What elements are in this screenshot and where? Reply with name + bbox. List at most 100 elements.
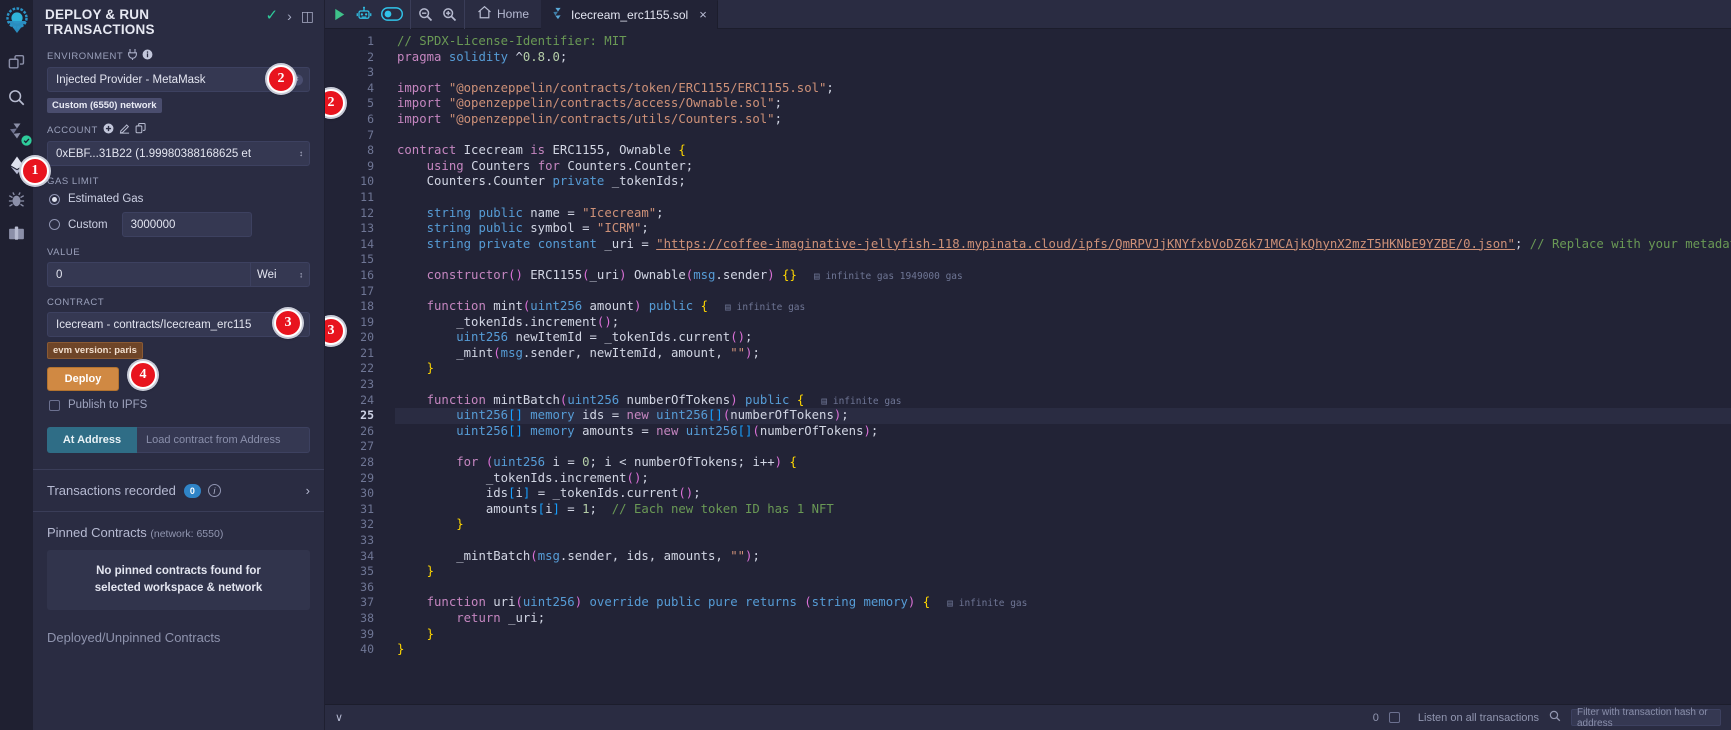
code-line[interactable]: [395, 284, 1731, 300]
at-address-input[interactable]: Load contract from Address: [137, 427, 310, 453]
code-line[interactable]: uint256 newItemId = _tokenIds.current();: [395, 330, 1731, 346]
info-icon[interactable]: [142, 49, 153, 63]
search-icon[interactable]: [2, 80, 32, 114]
debugger-icon[interactable]: [2, 182, 32, 216]
code-line[interactable]: _mintBatch(msg.sender, ids, amounts, "")…: [395, 549, 1731, 565]
transaction-filter-input[interactable]: Filter with transaction hash or address: [1571, 707, 1721, 729]
code-editor[interactable]: 1 2 3 4 5 6 7 8 9 10 11 12 13 14 15 16 17 18 19 20 21 22 23 24 2…: [325, 29, 1731, 704]
code-line[interactable]: constructor() ERC1155(_uri) Ownable(msg.…: [395, 268, 1731, 284]
code-line[interactable]: function mintBatch(uint256 numberOfToken…: [395, 393, 1731, 409]
plugin-manager-icon[interactable]: [2, 216, 32, 250]
code-line[interactable]: string private constant _uri = "https://…: [395, 237, 1731, 253]
transactions-recorded-count: 0: [183, 483, 201, 498]
value-input[interactable]: 0: [47, 262, 250, 287]
account-copy-icon[interactable]: [135, 123, 146, 137]
code-line[interactable]: uint256[] memory ids = new uint256[](num…: [395, 408, 1731, 424]
search-icon[interactable]: [1549, 710, 1561, 725]
code-line[interactable]: function mint(uint256 amount) public { ▤…: [395, 299, 1731, 315]
code-line[interactable]: [395, 190, 1731, 206]
radio-estimated-gas[interactable]: [49, 193, 60, 205]
code-line[interactable]: uint256[] memory amounts = new uint256[]…: [395, 424, 1731, 440]
remix-logo[interactable]: [2, 6, 32, 36]
chevron-right-icon[interactable]: ›: [306, 483, 310, 498]
zoom-in-icon[interactable]: [442, 7, 457, 22]
code-line[interactable]: import "@openzeppelin/contracts/access/O…: [395, 96, 1731, 112]
code-line[interactable]: [395, 128, 1731, 144]
pinned-contracts-header: Pinned Contracts (network: 6550): [33, 512, 324, 544]
code-line[interactable]: Counters.Counter private _tokenIds;: [395, 174, 1731, 190]
publish-ipfs-checkbox[interactable]: [49, 399, 60, 411]
custom-gas-input[interactable]: 3000000: [121, 212, 252, 237]
code-line[interactable]: // SPDX-License-Identifier: MIT: [395, 34, 1731, 50]
code-line[interactable]: string public symbol = "ICRM";: [395, 221, 1731, 237]
account-plus-icon[interactable]: [103, 123, 114, 137]
tab-icecream-erc1155-sol[interactable]: Icecream_erc1155.sol ×: [541, 0, 718, 29]
code-line[interactable]: amounts[i] = 1; // Each new token ID has…: [395, 502, 1731, 518]
code-line[interactable]: import "@openzeppelin/contracts/token/ER…: [395, 81, 1731, 97]
home-tab[interactable]: Home: [465, 5, 541, 23]
code-line[interactable]: }: [395, 361, 1731, 377]
zoom-out-icon[interactable]: [418, 7, 433, 22]
code-line[interactable]: import "@openzeppelin/contracts/utils/Co…: [395, 112, 1731, 128]
panel-title: DEPLOY & RUN TRANSACTIONS: [45, 7, 155, 37]
value-unit-select[interactable]: Wei ↕: [250, 262, 310, 287]
code-line[interactable]: [395, 377, 1731, 393]
toolbar-actions: [325, 0, 411, 29]
account-select[interactable]: 0xEBF...31B22 (1.99980388168625 et ↕: [47, 141, 310, 166]
publish-ipfs-row[interactable]: Publish to IPFS: [49, 399, 324, 411]
file-explorer-icon[interactable]: [2, 46, 32, 80]
code-line[interactable]: [395, 65, 1731, 81]
listen-all-checkbox[interactable]: [1388, 712, 1400, 723]
code-line[interactable]: return _uri;: [395, 611, 1731, 627]
code-content[interactable]: // SPDX-License-Identifier: MIT pragma so…: [395, 29, 1731, 704]
code-line[interactable]: pragma solidity ^0.8.0;: [395, 50, 1731, 66]
ai-robot-icon[interactable]: [356, 6, 372, 22]
code-line[interactable]: using Counters for Counters.Counter;: [395, 159, 1731, 175]
code-line[interactable]: _tokenIds.increment();: [395, 315, 1731, 331]
marker-1: 1: [21, 157, 49, 185]
at-address-button[interactable]: At Address: [47, 427, 137, 453]
estimated-gas-option[interactable]: Estimated Gas: [49, 193, 324, 205]
custom-gas-option[interactable]: Custom 3000000: [49, 212, 324, 237]
home-label: Home: [497, 7, 530, 21]
home-icon: [477, 5, 492, 23]
code-line[interactable]: _tokenIds.increment();: [395, 471, 1731, 487]
deploy-button[interactable]: Deploy: [47, 367, 119, 391]
code-line[interactable]: function uri(uint256) override public pu…: [395, 595, 1731, 611]
code-line[interactable]: }: [395, 627, 1731, 643]
code-line[interactable]: for (uint256 i = 0; i < numberOfTokens; …: [395, 455, 1731, 471]
radio-custom-gas[interactable]: [49, 219, 60, 230]
code-line[interactable]: [395, 439, 1731, 455]
code-line[interactable]: }: [395, 642, 1731, 658]
contract-field: Icecream - contracts/Icecream_erc115 ↕: [47, 312, 310, 337]
code-line[interactable]: [395, 252, 1731, 268]
plug-icon: [128, 49, 138, 63]
code-line[interactable]: }: [395, 517, 1731, 533]
remix-ide-window: DEPLOY & RUN TRANSACTIONS ✓ › ◫ ENVIRONM…: [0, 0, 1731, 730]
info-icon[interactable]: i: [207, 484, 221, 497]
account-edit-icon[interactable]: [119, 123, 130, 137]
code-line[interactable]: contract Icecream is ERC1155, Ownable {: [395, 143, 1731, 159]
run-script-icon[interactable]: [332, 7, 347, 22]
gas-limit-label: GAS LIMIT: [47, 176, 99, 187]
contract-select[interactable]: Icecream - contracts/Icecream_erc115 ↕: [47, 312, 310, 337]
close-icon[interactable]: ×: [699, 7, 707, 22]
code-line[interactable]: }: [395, 564, 1731, 580]
environment-label: ENVIRONMENT: [47, 49, 324, 63]
code-line[interactable]: string public name = "Icecream";: [395, 206, 1731, 222]
marker-3-contract: 3: [274, 309, 302, 337]
solidity-compiler-icon[interactable]: [2, 114, 32, 148]
layout-toggle-icon[interactable]: ◫: [301, 9, 314, 23]
check-icon[interactable]: ✓: [266, 8, 279, 23]
code-line[interactable]: [395, 580, 1731, 596]
code-line[interactable]: ids[i] = _tokenIds.current();: [395, 486, 1731, 502]
code-line[interactable]: [395, 533, 1731, 549]
value-label: VALUE: [47, 247, 81, 258]
transactions-recorded-row[interactable]: Transactions recorded 0 i ›: [33, 470, 324, 511]
terminal-status-bar: ∨ 0 Listen on all transactions Filter wi…: [325, 704, 1731, 730]
chevron-right-icon[interactable]: ›: [287, 9, 292, 23]
terminal-toggle-icon[interactable]: ∨: [335, 711, 343, 724]
marker-2-env: 2: [267, 65, 295, 93]
code-line[interactable]: _mint(msg.sender, newItemId, amount, "")…: [395, 346, 1731, 362]
ai-toggle-icon[interactable]: [381, 7, 403, 21]
